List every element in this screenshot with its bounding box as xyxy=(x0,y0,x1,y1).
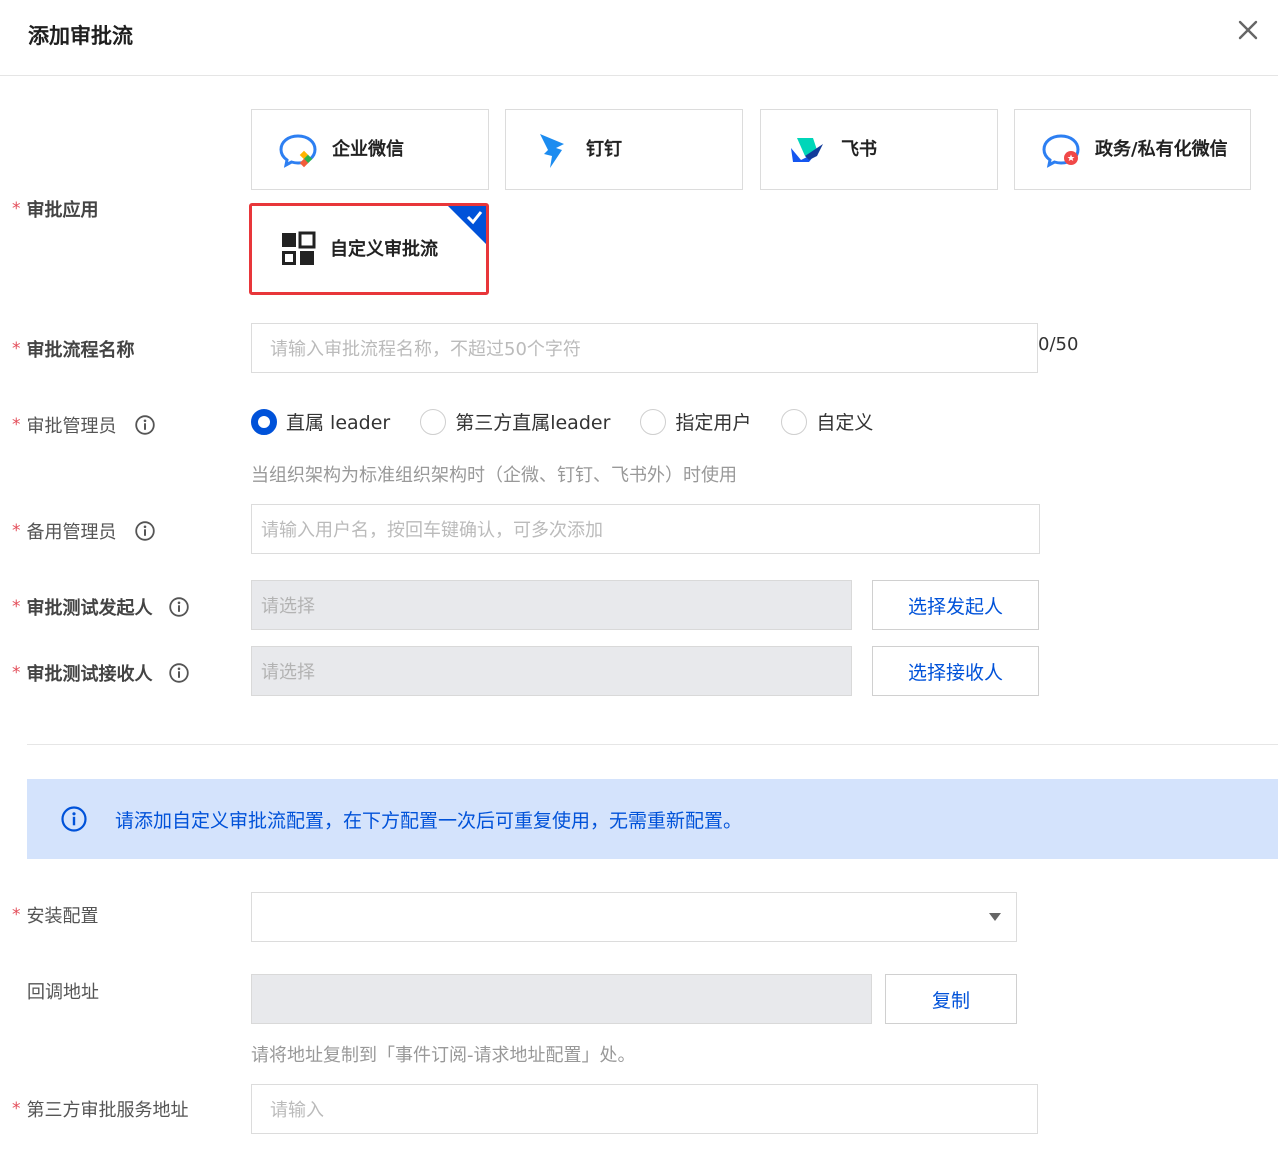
flow-name-placeholder: 请输入审批流程名称，不超过50个字符 xyxy=(270,339,581,360)
test-receiver-label: * 审批测试接收人 xyxy=(12,660,189,686)
info-icon[interactable] xyxy=(134,521,155,541)
app-option-feishu[interactable]: 飞书 xyxy=(760,109,998,190)
dingtalk-icon xyxy=(540,133,564,168)
caret-down-icon xyxy=(989,913,1001,921)
backup-admin-placeholder: 请输入用户名，按回车键确认，可多次添加 xyxy=(261,520,603,541)
wecom-icon xyxy=(279,133,317,168)
admin-label: * 审批管理员 xyxy=(12,412,155,438)
callback-label: 回调地址 xyxy=(27,982,99,1003)
alert-message: 请添加自定义审批流配置，在下方配置一次后可重复使用，无需重新配置。 xyxy=(115,809,743,832)
app-option-label: 钉钉 xyxy=(586,139,622,160)
select-receiver-button[interactable]: 选择接收人 xyxy=(872,646,1039,696)
info-alert: 请添加自定义审批流配置，在下方配置一次后可重复使用，无需重新配置。 xyxy=(27,779,1278,859)
copy-button[interactable]: 复制 xyxy=(885,974,1017,1024)
app-option-label: 政务/私有化微信 xyxy=(1095,139,1228,160)
selected-check-icon xyxy=(448,206,486,244)
app-option-label: 自定义审批流 xyxy=(330,238,438,260)
radio-custom[interactable]: 自定义 xyxy=(781,408,873,435)
dialog-header: 添加审批流 xyxy=(0,0,1278,76)
app-option-dingtalk[interactable]: 钉钉 xyxy=(505,109,743,190)
app-option-gov-wechat[interactable]: 政务/私有化微信 xyxy=(1014,109,1251,190)
callback-url-field xyxy=(251,974,872,1024)
test-initiator-label: * 审批测试发起人 xyxy=(12,594,189,620)
app-option-wecom[interactable]: 企业微信 xyxy=(251,109,489,190)
close-icon[interactable] xyxy=(1234,16,1262,44)
admin-hint: 当组织架构为标准组织架构时（企微、钉钉、飞书外）时使用 xyxy=(251,465,737,486)
install-config-select[interactable] xyxy=(251,892,1017,942)
third-party-label: * 第三方审批服务地址 xyxy=(12,1099,189,1121)
feishu-icon xyxy=(791,137,823,162)
test-receiver-select: 请选择 xyxy=(251,646,852,696)
dialog-title: 添加审批流 xyxy=(28,24,133,48)
select-initiator-button[interactable]: 选择发起人 xyxy=(872,580,1039,630)
radio-third-party-leader[interactable]: 第三方直属leader xyxy=(420,408,610,435)
section-divider xyxy=(27,744,1278,745)
flow-name-counter: 0/50 xyxy=(1038,334,1079,355)
info-icon[interactable] xyxy=(168,663,189,683)
admin-radio-group: 直属 leader 第三方直属leader 指定用户 自定义 xyxy=(251,408,903,435)
app-option-label: 企业微信 xyxy=(332,139,404,160)
flow-name-label: * 审批流程名称 xyxy=(12,339,135,361)
radio-specified-user[interactable]: 指定用户 xyxy=(640,408,751,435)
callback-hint: 请将地址复制到「事件订阅-请求地址配置」处。 xyxy=(251,1045,636,1066)
test-initiator-select: 请选择 xyxy=(251,580,852,630)
gov-wechat-icon xyxy=(1042,133,1080,168)
third-party-placeholder: 请输入 xyxy=(270,1100,324,1121)
backup-admin-label: * 备用管理员 xyxy=(12,518,155,544)
install-config-label: * 安装配置 xyxy=(12,905,99,927)
custom-grid-icon xyxy=(282,231,316,265)
approval-app-label: * 审批应用 xyxy=(12,199,99,221)
backup-admin-input[interactable]: 请输入用户名，按回车键确认，可多次添加 xyxy=(251,504,1040,554)
info-icon[interactable] xyxy=(168,597,189,617)
flow-name-input[interactable]: 请输入审批流程名称，不超过50个字符 xyxy=(251,323,1038,373)
test-receiver-placeholder: 请选择 xyxy=(261,662,315,683)
info-circle-icon xyxy=(61,806,87,832)
radio-direct-leader[interactable]: 直属 leader xyxy=(251,408,390,435)
app-option-custom[interactable]: 自定义审批流 xyxy=(249,203,489,295)
test-initiator-placeholder: 请选择 xyxy=(261,596,315,617)
info-icon[interactable] xyxy=(134,415,155,435)
third-party-url-input[interactable]: 请输入 xyxy=(251,1084,1038,1134)
app-option-label: 飞书 xyxy=(841,139,877,160)
